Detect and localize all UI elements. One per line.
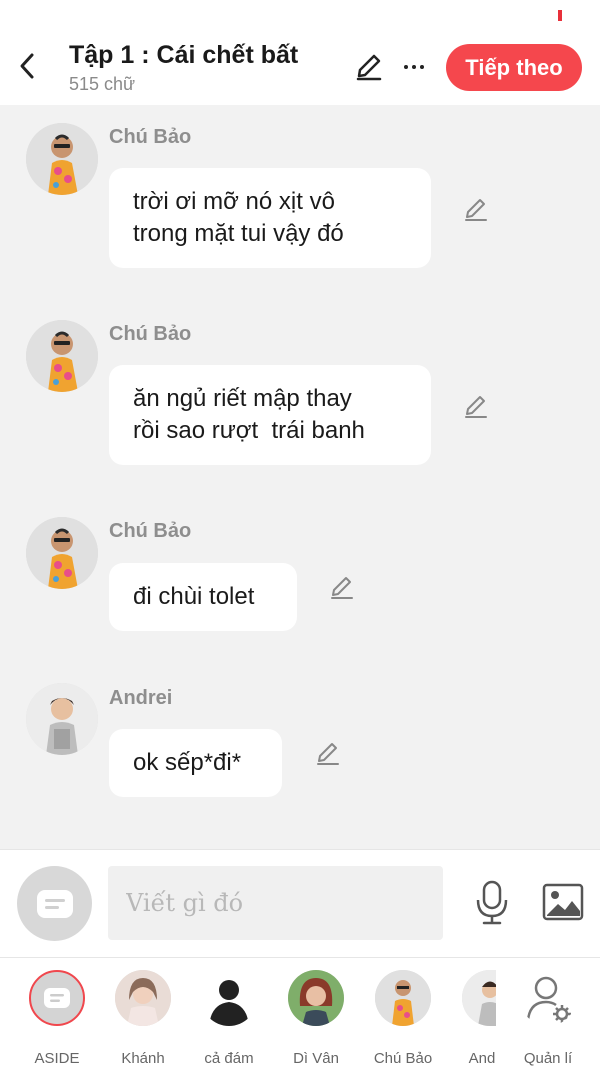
image-icon (542, 883, 584, 921)
avatar (29, 970, 85, 1026)
edit-message-button[interactable] (460, 194, 492, 226)
manage-characters-button[interactable]: Quản lí (508, 970, 588, 1067)
pencil-icon (465, 199, 487, 221)
character-aside[interactable]: ASIDE (17, 970, 97, 1067)
avatar-chu-bao[interactable] (26, 517, 98, 589)
message-input[interactable] (108, 866, 443, 940)
avatar-andrei[interactable] (26, 683, 98, 755)
more-dot-icon (404, 65, 408, 69)
avatar (375, 970, 431, 1026)
more-dot-icon (412, 65, 416, 69)
microphone-icon (476, 880, 508, 925)
edit-title-button[interactable] (352, 50, 386, 84)
character-label: cả đám (204, 1050, 254, 1067)
message-bubble[interactable]: ok sếp*đi* (109, 729, 282, 797)
message-icon (44, 988, 70, 1008)
more-dot-icon (420, 65, 424, 69)
character-label: ASIDE (34, 1050, 80, 1067)
message-bubble[interactable]: đi chùi tolet (109, 563, 297, 631)
edit-message-button[interactable] (312, 738, 344, 770)
pencil-icon (356, 54, 382, 81)
pencil-icon (465, 396, 487, 418)
next-button[interactable]: Tiếp theo (446, 44, 582, 91)
chevron-left-icon (20, 53, 34, 79)
avatar-chu-bao[interactable] (26, 320, 98, 392)
message-text: rồi sao rượt trái banh (133, 417, 365, 444)
back-button[interactable] (12, 48, 42, 84)
character-chu-bao[interactable]: Chú Bảo (363, 970, 443, 1067)
status-bar (0, 0, 600, 32)
message-icon (36, 889, 73, 918)
message-bubble[interactable]: ăn ngủ riết mập thay rồi sao rượt trái b… (109, 365, 431, 465)
avatar (288, 970, 344, 1026)
message-text: trong mặt tui vậy đó (133, 220, 344, 247)
microphone-button[interactable] (470, 878, 514, 928)
character-label: Khánh (121, 1050, 165, 1067)
character-di-van[interactable]: Dì Vân (276, 970, 356, 1067)
character-bar: ASIDE Khánh cả đám Dì Vân Chú Bảo And Qu… (0, 957, 600, 1067)
avatar-chu-bao[interactable] (26, 123, 98, 195)
character-label: Quản lí (523, 1050, 573, 1067)
character-label: Chú Bảo (373, 1050, 433, 1067)
more-options-button[interactable] (398, 50, 430, 84)
edit-message-button[interactable] (460, 391, 492, 423)
word-count: 515 chữ (69, 74, 136, 94)
character-khanh[interactable]: Khánh (103, 970, 183, 1067)
status-indicator (558, 10, 562, 21)
sender-name: Andrei (109, 687, 173, 709)
image-button[interactable] (540, 880, 586, 924)
sender-name: Chú Bảo (109, 520, 192, 542)
character-ca-dam[interactable]: cả đám (189, 970, 269, 1067)
message-text: trời ơi mỡ nó xịt vô (133, 188, 335, 215)
sender-name: Chú Bảo (109, 126, 192, 148)
pencil-icon (317, 743, 339, 765)
avatar (115, 970, 171, 1026)
aside-toggle-button[interactable] (17, 866, 92, 941)
pencil-icon (331, 577, 353, 599)
message-text: ăn ngủ riết mập thay (133, 385, 352, 412)
chat-area[interactable]: Chú Bảo trời ơi mỡ nó xịt vô trong mặt t… (0, 105, 600, 849)
page-title: Tập 1 : Cái chết bất (69, 41, 299, 69)
message-bubble[interactable]: trời ơi mỡ nó xịt vô trong mặt tui vậy đ… (109, 168, 431, 268)
user-settings-icon (520, 970, 576, 1026)
message-text: ok sếp*đi* (133, 749, 242, 776)
avatar (201, 970, 257, 1026)
avatar (462, 970, 496, 1026)
edit-message-button[interactable] (326, 572, 358, 604)
header: Tập 1 : Cái chết bất 515 chữ Tiếp theo (0, 32, 600, 105)
message-text: đi chùi tolet (133, 583, 255, 610)
sender-name: Chú Bảo (109, 323, 192, 345)
composer (0, 849, 600, 957)
character-label: Dì Vân (293, 1050, 339, 1067)
